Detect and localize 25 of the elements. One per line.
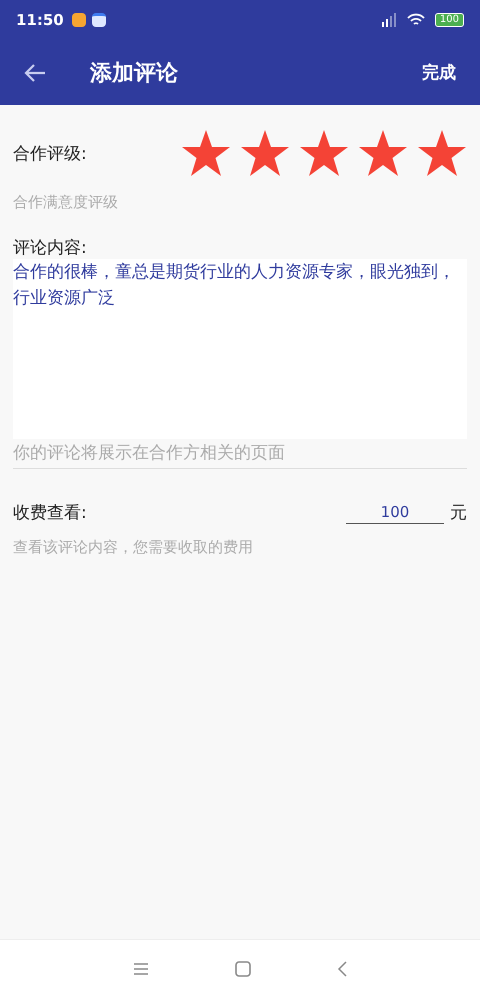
star-icon[interactable] <box>299 129 349 177</box>
star-icon[interactable] <box>181 129 231 177</box>
comment-field[interactable]: 合作的很棒，童总是期货行业的人力资源专家，眼光独到，行业资源广泛 <box>13 259 467 439</box>
signal-icon <box>380 13 397 27</box>
fee-hint: 查看该评论内容，您需要收取的费用 <box>13 538 254 557</box>
star-icon[interactable] <box>240 129 290 177</box>
status-time: 11:50 <box>16 11 64 29</box>
rating-label: 合作评级: <box>13 142 87 164</box>
currency-unit: 元 <box>450 502 467 524</box>
home-icon[interactable] <box>235 960 251 976</box>
back-icon[interactable] <box>337 960 347 976</box>
star-icon[interactable] <box>417 129 467 177</box>
fee-label: 收费查看: <box>13 502 87 524</box>
back-arrow-icon[interactable] <box>24 64 46 82</box>
comment-hint: 你的评论将展示在合作方相关的页面 <box>13 439 467 469</box>
fee-field[interactable]: 100 <box>346 501 444 524</box>
comment-label: 评论内容: <box>13 237 88 259</box>
page-title: 添加评论 <box>90 60 178 88</box>
menu-icon[interactable] <box>133 962 149 974</box>
rating-hint: 合作满意度评级 <box>13 193 119 212</box>
star-icon[interactable] <box>358 129 408 177</box>
star-rating[interactable] <box>181 129 467 177</box>
wifi-icon <box>406 13 425 27</box>
done-button[interactable]: 完成 <box>422 55 456 90</box>
battery-icon: 100 <box>434 13 464 27</box>
